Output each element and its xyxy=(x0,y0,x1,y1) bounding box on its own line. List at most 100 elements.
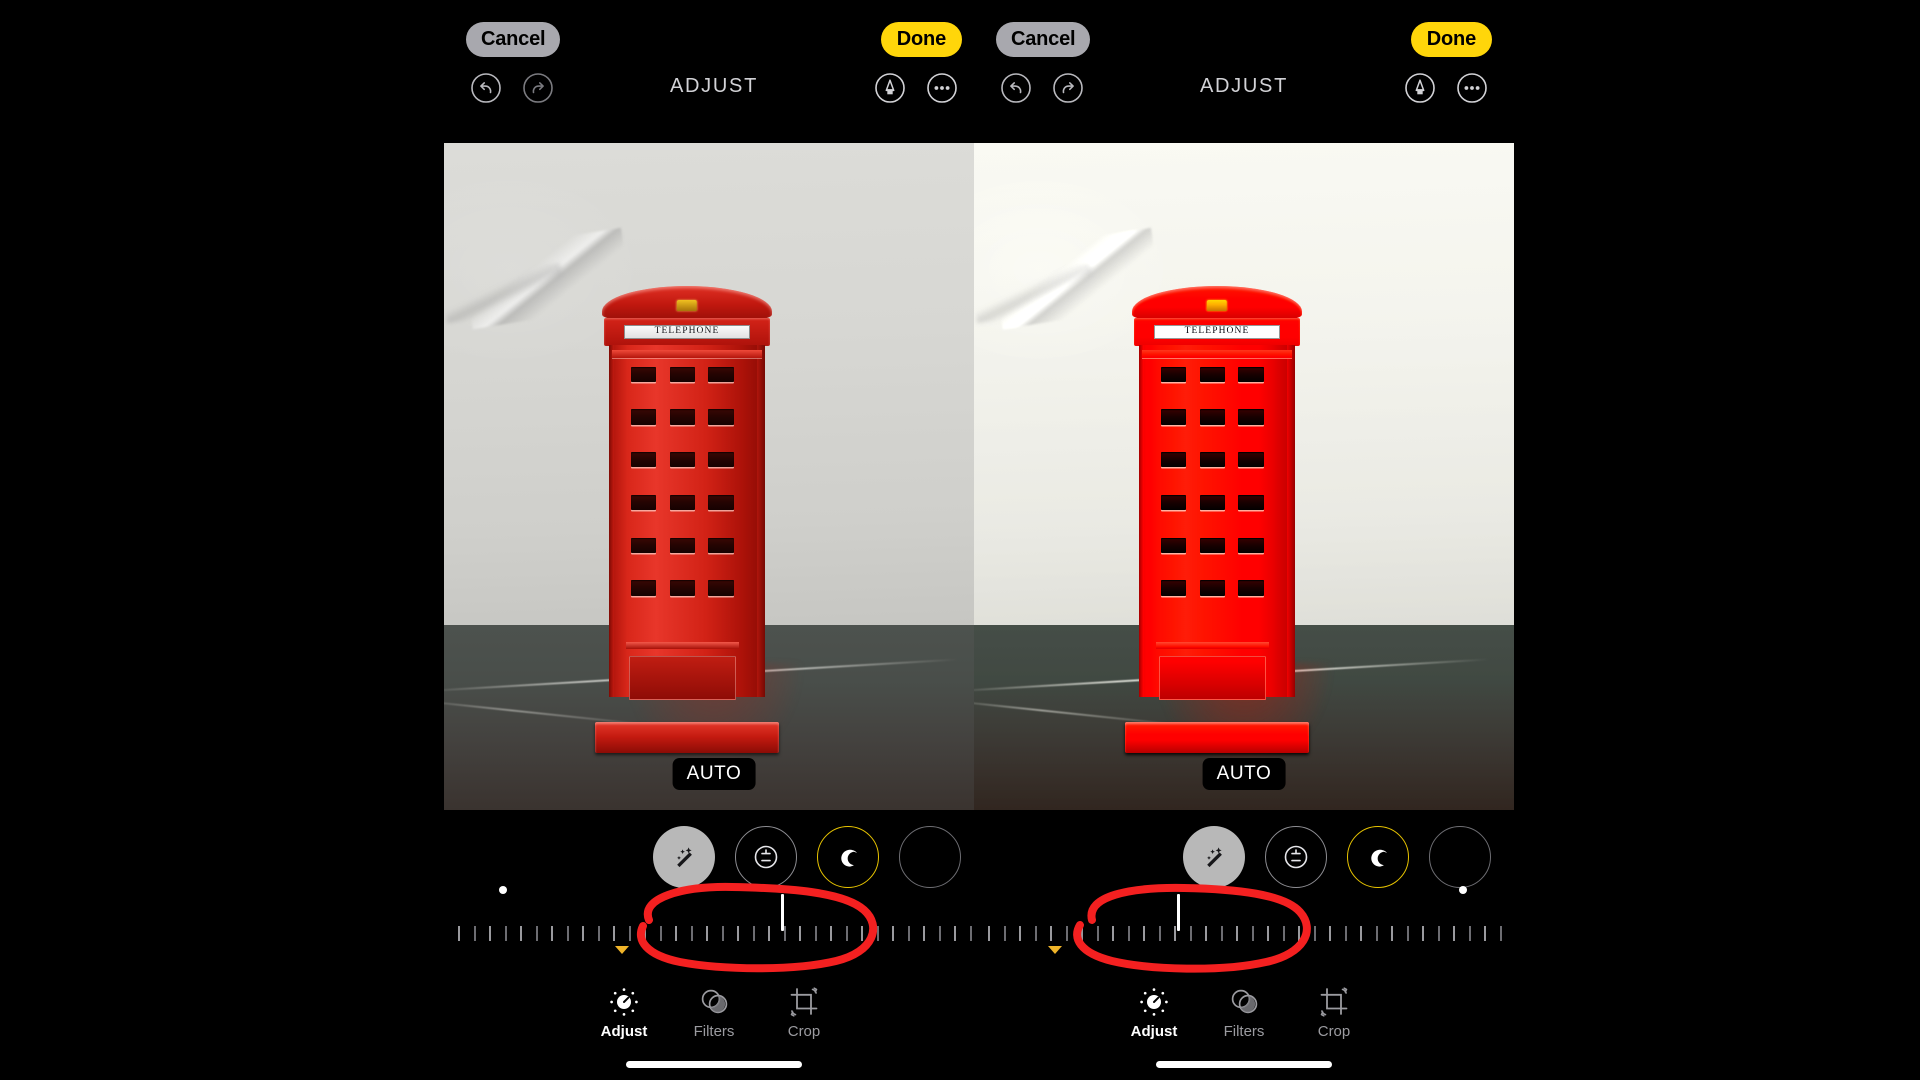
telephone-box-left-edge xyxy=(608,344,615,697)
slider-tick xyxy=(1096,926,1099,941)
done-button[interactable]: Done xyxy=(1410,22,1492,57)
slider-tick xyxy=(907,926,910,941)
home-indicator xyxy=(626,1061,802,1068)
slider-value-marker xyxy=(1047,946,1062,954)
slider-tick xyxy=(721,926,724,941)
next-tool[interactable] xyxy=(1429,826,1491,888)
tab-crop-label: Crop xyxy=(787,1023,821,1040)
next-tool[interactable] xyxy=(899,826,961,888)
more-options-icon[interactable] xyxy=(922,68,962,108)
markup-icon[interactable] xyxy=(1400,68,1440,108)
telephone-sign-text: TELEPHONE xyxy=(1184,325,1250,336)
telephone-box-window-grid xyxy=(1160,366,1264,596)
slider-tick xyxy=(473,926,476,941)
redo-icon[interactable] xyxy=(518,68,558,108)
telephone-sign: TELEPHONE xyxy=(1154,324,1280,339)
slider-tick xyxy=(970,926,972,941)
slider-tick xyxy=(1313,926,1316,941)
tab-crop-label: Crop xyxy=(1317,1023,1351,1040)
slider-tick xyxy=(706,926,709,941)
slider-tick xyxy=(1220,926,1223,941)
cancel-button[interactable]: Cancel xyxy=(996,22,1091,57)
slider-tick xyxy=(814,926,817,941)
redo-icon[interactable] xyxy=(1048,68,1088,108)
telephone-box: TELEPHONE xyxy=(594,285,780,754)
slider-tick xyxy=(1143,926,1146,941)
slider-tick xyxy=(1298,926,1301,941)
telephone-box-right-edge xyxy=(1287,344,1296,697)
slider-tick xyxy=(892,926,895,941)
tab-crop[interactable]: Crop xyxy=(761,982,847,1039)
photo-preview[interactable]: TELEPHONE AUTO xyxy=(444,143,984,810)
slider-tick xyxy=(489,926,492,941)
dial-icon xyxy=(581,982,667,1022)
auto-enhance-tool[interactable] xyxy=(1183,826,1245,888)
slider-tick xyxy=(1050,926,1053,941)
slider-tick xyxy=(659,926,662,941)
tab-filters[interactable]: Filters xyxy=(671,982,757,1039)
telephone-box-lintel xyxy=(1141,350,1293,359)
slider-tick xyxy=(1112,926,1115,941)
telephone-box-lintel xyxy=(611,350,763,359)
slider-tick xyxy=(551,926,554,941)
adjust-intensity-slider[interactable] xyxy=(444,886,984,960)
photo-preview[interactable]: TELEPHONE AUTO xyxy=(974,143,1514,810)
slider-tick xyxy=(1484,926,1487,941)
editor-tab-bar: Adjust Filters Crop xyxy=(444,982,984,1054)
editor-tab-bar: Adjust Filters Crop xyxy=(974,982,1514,1054)
slider-tick xyxy=(1065,926,1068,941)
slider-tick xyxy=(1391,926,1394,941)
slider-tick xyxy=(1034,926,1037,941)
slider-ticks xyxy=(974,922,1514,944)
slider-tick xyxy=(582,926,585,941)
slider-tick xyxy=(1282,926,1285,941)
screenshot-root: Cancel Done ADJUST TELEPHONE AUTO Adjust… xyxy=(0,0,1920,1080)
overlapping-circles-icon xyxy=(1201,982,1287,1022)
telephone-box-door-panel xyxy=(629,655,736,700)
cancel-button[interactable]: Cancel xyxy=(466,22,561,57)
slider-tick xyxy=(1205,926,1208,941)
editor-toolrow: ADJUST xyxy=(974,66,1514,112)
done-button[interactable]: Done xyxy=(880,22,962,57)
crop-rotate-icon xyxy=(761,982,847,1022)
slider-tick xyxy=(504,926,507,941)
slider-value-marker xyxy=(614,946,629,954)
exposure-tool[interactable] xyxy=(735,826,797,888)
undo-icon[interactable] xyxy=(466,68,506,108)
tab-adjust[interactable]: Adjust xyxy=(1111,982,1197,1039)
telephone-box-plinth xyxy=(594,722,780,754)
slider-tick xyxy=(752,926,755,941)
slider-tick xyxy=(1344,926,1347,941)
slider-tick xyxy=(1019,926,1022,941)
slider-tick xyxy=(1267,926,1270,941)
brilliance-tool[interactable] xyxy=(817,826,879,888)
slider-tick xyxy=(923,926,926,941)
telephone-box-plinth xyxy=(1124,722,1310,754)
dial-icon xyxy=(1111,982,1197,1022)
slider-tick xyxy=(830,926,833,941)
more-options-icon[interactable] xyxy=(1452,68,1492,108)
slider-tick xyxy=(1360,926,1363,941)
tab-adjust[interactable]: Adjust xyxy=(581,982,667,1039)
slider-tick xyxy=(1251,926,1254,941)
slider-tick xyxy=(535,926,538,941)
home-indicator xyxy=(1156,1061,1332,1068)
adjust-intensity-slider[interactable] xyxy=(974,886,1514,960)
crown-emblem-icon xyxy=(676,299,698,312)
brilliance-tool[interactable] xyxy=(1347,826,1409,888)
auto-enhance-tool[interactable] xyxy=(653,826,715,888)
slider-tick xyxy=(768,926,771,941)
undo-icon[interactable] xyxy=(996,68,1036,108)
tab-filters[interactable]: Filters xyxy=(1201,982,1287,1039)
slider-tick xyxy=(644,926,647,941)
slider-cursor[interactable] xyxy=(780,894,784,931)
slider-cursor[interactable] xyxy=(1177,894,1181,931)
slider-reset-dot xyxy=(498,886,507,894)
exposure-tool[interactable] xyxy=(1265,826,1327,888)
tab-crop[interactable]: Crop xyxy=(1291,982,1377,1039)
tab-filters-label: Filters xyxy=(1223,1023,1265,1040)
markup-icon[interactable] xyxy=(870,68,910,108)
tab-adjust-label: Adjust xyxy=(600,1023,648,1040)
adjust-tool-row xyxy=(974,826,1514,894)
slider-tick xyxy=(1081,926,1084,941)
